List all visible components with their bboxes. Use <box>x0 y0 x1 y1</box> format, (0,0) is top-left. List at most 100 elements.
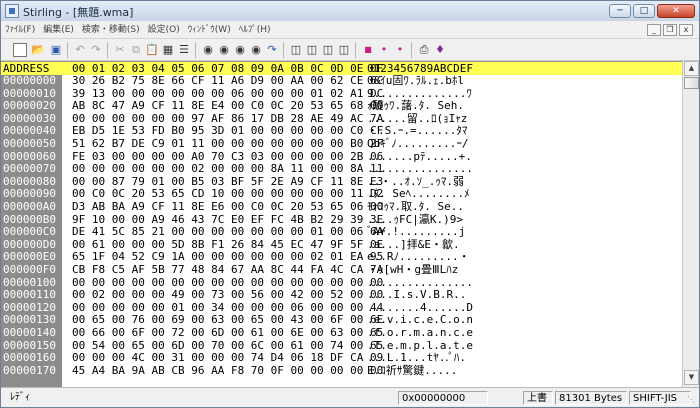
row-hex-bytes[interactable]: 00 00 87 79 01 00 B5 03 BF 5F 2E A9 CF 1… <box>72 175 383 188</box>
hex-row[interactable]: 00000070 00 00 00 00 00 00 02 00 00 00 8A… <box>1 163 682 175</box>
row-hex-bytes[interactable]: 00 C0 0C 20 53 65 CD 10 00 00 00 00 00 0… <box>72 188 383 200</box>
maximize-button[interactable]: □ <box>633 4 655 18</box>
hex-row[interactable]: 00000090 00 C0 0C 20 53 65 CD 10 00 00 00… <box>1 188 682 200</box>
row-ascii[interactable]: ﾞA¥.!.........j <box>367 226 465 238</box>
row-hex-bytes[interactable]: 30 26 B2 75 8E 66 CF 11 A6 D9 00 AA 00 6… <box>72 75 383 87</box>
row-hex-bytes[interactable]: 39 13 00 00 00 00 00 00 06 00 00 00 01 0… <box>72 87 383 100</box>
menu-file[interactable]: ﾌｧｲﾙ(F) <box>1 21 39 39</box>
hex-row[interactable]: 00000100 00 00 00 00 00 00 00 00 00 00 00… <box>1 276 682 289</box>
row-hex-bytes[interactable]: 00 65 00 76 00 69 00 63 00 65 00 43 00 6… <box>72 314 383 326</box>
row-ascii[interactable]: ..・..ｵ.ｿ_.ｩﾏ.弱 <box>367 175 464 188</box>
menu-window[interactable]: ｳｨﾝﾄﾞｳ(W) <box>184 21 235 39</box>
title-bar[interactable]: Stirling - [無題.wma] ─ □ ✕ <box>1 1 699 21</box>
jump-icon[interactable]: ↷ <box>263 41 281 58</box>
hex-row[interactable]: 00000080 00 00 87 79 01 00 B5 03 BF 5F 2E… <box>1 175 682 188</box>
row-ascii[interactable]: ....ｩFC|瀛K.)9> <box>367 213 463 226</box>
row-hex-bytes[interactable]: D3 AB BA A9 CF 11 8E E6 00 C0 0C 20 53 6… <box>72 201 383 213</box>
row-ascii[interactable]: ...L.1...tﾔ..ﾟﾊ. <box>367 352 466 364</box>
app-icon[interactable] <box>5 4 19 18</box>
row-hex-bytes[interactable]: 00 00 00 00 00 00 02 00 00 00 8A 11 00 0… <box>72 163 383 175</box>
hex-row[interactable]: 00000030 00 00 00 00 00 00 97 AF 86 17 DB… <box>1 112 682 125</box>
hex-row[interactable]: 000000F0 CB F8 C5 AF 5B 77 48 84 67 AA 8C… <box>1 264 682 276</box>
row-ascii[interactable]: Qbｷﾞﾉ.........ｰ/ <box>367 138 468 150</box>
mdi-close-button[interactable]: x <box>679 24 693 36</box>
row-hex-bytes[interactable]: 00 02 00 00 00 49 00 73 00 56 00 42 00 5… <box>72 289 383 301</box>
hex-row[interactable]: 00000060 FE 03 00 00 00 00 A0 70 C3 03 00… <box>1 150 682 163</box>
row-hex-bytes[interactable]: EB D5 1E 53 FD B0 95 3D 01 00 00 00 00 0… <box>72 125 383 137</box>
menu-edit[interactable]: 編集(E) <box>39 21 78 39</box>
row-hex-bytes[interactable]: FE 03 00 00 00 00 A0 70 C3 03 00 00 00 0… <box>72 150 383 163</box>
row-ascii[interactable]: 0&ｲu固ﾜ.ﾗﾙ.ｪ.bﾎl <box>367 75 464 87</box>
minimize-button[interactable]: ─ <box>609 4 631 18</box>
scroll-up-arrow-icon[interactable]: ▲ <box>684 61 699 76</box>
row-hex-bytes[interactable]: 00 00 00 00 00 01 00 34 00 00 00 06 00 0… <box>72 301 383 314</box>
row-hex-bytes[interactable]: 00 00 00 4C 00 31 00 00 00 74 D4 06 18 D… <box>72 352 383 364</box>
resize-grip-icon[interactable]: ⋱ <box>687 395 697 405</box>
vertical-scrollbar[interactable]: ▲ ▼ <box>682 61 699 387</box>
row-hex-bytes[interactable]: 00 61 00 00 00 5D 8B F1 26 84 45 EC 47 9… <box>72 238 383 251</box>
row-hex-bytes[interactable]: DE 41 5C 85 21 00 00 00 00 00 00 00 01 0… <box>72 226 383 238</box>
hex-row[interactable]: 00000010 39 13 00 00 00 00 00 00 06 00 00… <box>1 87 682 100</box>
row-hex-bytes[interactable]: 65 1F 04 52 C9 1A 00 00 00 00 00 00 02 0… <box>72 251 383 263</box>
hex-row[interactable]: 000000A0 D3 AB BA A9 CF 11 8E E6 00 C0 0C… <box>1 201 682 213</box>
hex-row[interactable]: 00000150 00 54 00 65 00 6D 00 70 00 6C 00… <box>1 339 682 352</box>
mdi-minimize-button[interactable]: _ <box>647 24 661 36</box>
row-hex-bytes[interactable]: 00 00 00 00 00 00 00 00 00 00 00 00 00 0… <box>72 276 383 289</box>
new-file-icon[interactable] <box>13 43 27 57</box>
row-hex-bytes[interactable]: CB F8 C5 AF 5B 77 48 84 67 AA 8C 44 FA 4… <box>72 264 383 276</box>
row-ascii[interactable]: .a...]拝&E・歙. <box>367 238 460 251</box>
row-ascii[interactable]: .......pﾃ.....+. <box>367 150 472 163</box>
row-ascii[interactable]: ﾓｫｺｩﾏ.取.ﾀ. Se.. <box>367 201 464 213</box>
row-ascii[interactable]: ................ <box>367 163 473 175</box>
row-hex-bytes[interactable]: 45 A4 BA 9A AB CB 96 AA F8 70 0F 00 00 0… <box>72 364 383 377</box>
select-all-icon[interactable]: ☰ <box>175 41 193 58</box>
row-ascii[interactable]: e..Rﾉ.........・ <box>367 251 470 263</box>
hex-row[interactable]: 00000160 00 00 00 4C 00 31 00 00 00 74 D4… <box>1 352 682 364</box>
row-ascii[interactable]: .T.e.m.p.l.a.t.e <box>367 339 473 352</box>
row-ascii[interactable]: ......留..ﾛ(ｮIｬz <box>367 112 467 125</box>
hex-row[interactable]: 00000110 00 02 00 00 00 49 00 73 00 56 00… <box>1 289 682 301</box>
hex-row[interactable]: 000000B0 9F 10 00 00 A9 46 43 7C E0 EF FC… <box>1 213 682 226</box>
scroll-thumb[interactable] <box>684 77 699 89</box>
row-ascii[interactable]: ........4......D <box>367 301 473 314</box>
help-icon[interactable]: ♦ <box>431 41 449 58</box>
hex-row[interactable]: 00000000 30 26 B2 75 8E 66 CF 11 A6 D9 00… <box>1 75 682 87</box>
row-hex-bytes[interactable]: 51 62 B7 DE C9 01 11 00 00 00 00 00 00 0… <box>72 138 383 150</box>
row-hex-bytes[interactable]: 00 54 00 65 00 6D 00 70 00 6C 00 61 00 7… <box>72 339 383 352</box>
row-ascii[interactable]: ｫ醍ｩﾜ.藷.ﾀ. Seh. <box>367 100 464 112</box>
hex-row[interactable]: 000000D0 00 61 00 00 00 5D 8B F1 26 84 45… <box>1 238 682 251</box>
row-ascii[interactable]: ・ｯ[wH・g畳ⅢLﾊz <box>367 264 458 276</box>
row-hex-bytes[interactable]: 00 00 00 00 00 00 97 AF 86 17 DB 28 AE 4… <box>72 112 383 125</box>
hex-row[interactable]: 00000130 00 65 00 76 00 69 00 63 00 65 00… <box>1 314 682 326</box>
hex-view[interactable]: ADDRESS 00 01 02 03 04 05 06 07 08 09 0A… <box>1 61 682 387</box>
mdi-restore-button[interactable]: ❐ <box>663 24 677 36</box>
save-icon[interactable]: ▣ <box>47 41 65 58</box>
row-ascii[interactable]: .f.o.r.m.a.n.c.e <box>367 327 473 339</box>
row-ascii[interactable]: ・.S.ｰ.=......ﾀﾏ <box>367 125 467 137</box>
hex-row[interactable]: 00000050 51 62 B7 DE C9 01 11 00 00 00 00… <box>1 138 682 150</box>
hex-row[interactable]: 00000170 45 A4 BA 9A AB CB 96 AA F8 70 0F… <box>1 364 682 377</box>
row-ascii[interactable]: ....I.s.V.B.R.. <box>367 289 466 301</box>
close-button[interactable]: ✕ <box>657 4 695 18</box>
hex-row[interactable]: 000000E0 65 1F 04 52 C9 1A 00 00 00 00 00… <box>1 251 682 263</box>
scroll-down-arrow-icon[interactable]: ▼ <box>684 370 699 385</box>
open-folder-icon[interactable]: 📂 <box>29 41 47 58</box>
menu-search[interactable]: 検索・移動(S) <box>78 21 144 39</box>
hex-row[interactable]: 000000C0 DE 41 5C 85 21 00 00 00 00 00 00… <box>1 226 682 238</box>
row-hex-bytes[interactable]: AB 8C 47 A9 CF 11 8E E4 00 C0 0C 20 53 6… <box>72 100 383 112</box>
bookmark-clear-icon[interactable]: ◫ <box>335 41 353 58</box>
hex-row[interactable]: 00000040 EB D5 1E 53 FD B0 95 3D 01 00 00… <box>1 125 682 137</box>
row-ascii[interactable]: .ﾀ. Seﾍ........ﾒ <box>367 188 470 200</box>
hex-row[interactable]: 00000120 00 00 00 00 00 01 00 34 00 00 00… <box>1 301 682 314</box>
row-hex-bytes[interactable]: 9F 10 00 00 A9 46 43 7C E0 EF FC 4B B2 2… <box>72 213 383 226</box>
menu-help[interactable]: ﾍﾙﾌﾟ(H) <box>235 21 275 39</box>
macro-record-icon[interactable]: • <box>391 41 409 58</box>
row-ascii[interactable]: 9..............ﾜ <box>367 87 472 100</box>
row-ascii[interactable]: E.ｺ祈ｻ驚鍵..... <box>367 364 457 377</box>
redo-icon[interactable]: ↷ <box>87 41 105 58</box>
hex-row[interactable]: 00000140 00 66 00 6F 00 72 00 6D 00 61 00… <box>1 327 682 339</box>
hex-row[interactable]: 00000020 AB 8C 47 A9 CF 11 8E E4 00 C0 0C… <box>1 100 682 112</box>
menu-settings[interactable]: 設定(O) <box>144 21 184 39</box>
row-ascii[interactable]: .e.v.i.c.e.C.o.n <box>367 314 473 326</box>
row-hex-bytes[interactable]: 00 66 00 6F 00 72 00 6D 00 61 00 6E 00 6… <box>72 327 383 339</box>
